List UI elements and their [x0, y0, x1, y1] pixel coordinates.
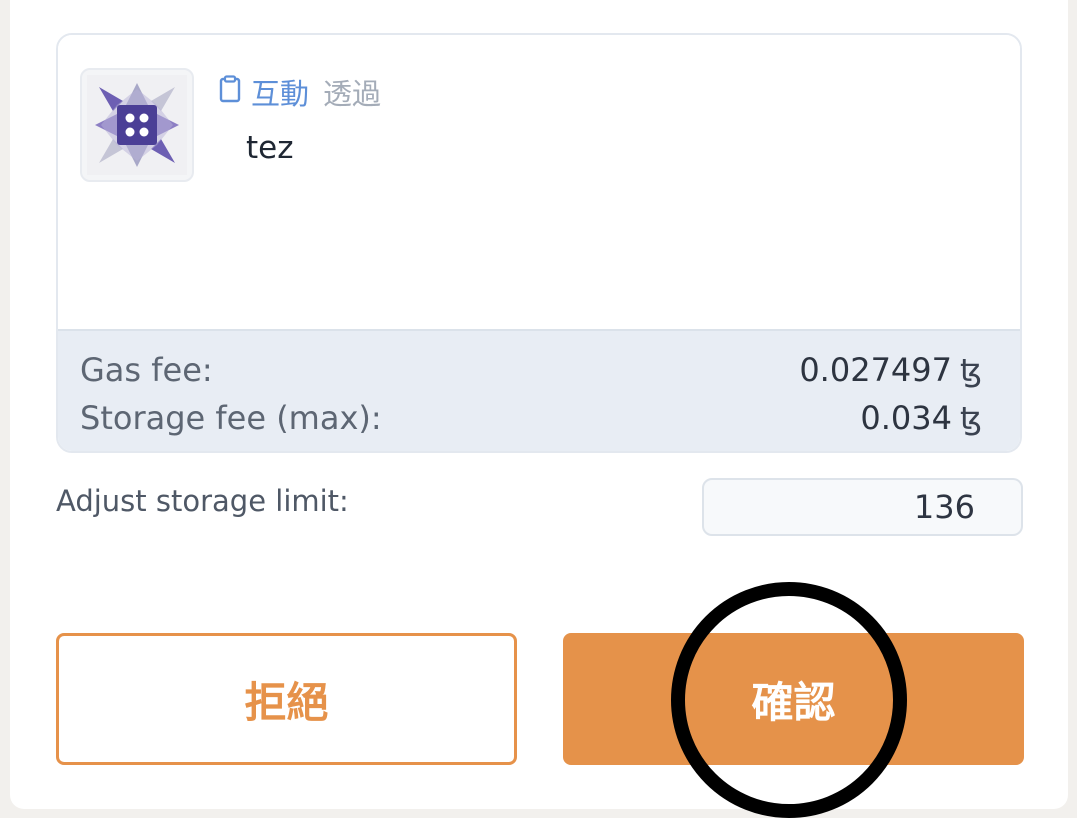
grid-star-logo-icon [87, 75, 187, 175]
storage-limit-label: Adjust storage limit: [56, 484, 349, 518]
storage-fee-row: Storage fee (max): 0.034 ꜩ [80, 399, 982, 437]
interaction-header: 互動 透過 [219, 71, 381, 113]
via-label: 透過 [323, 77, 382, 111]
tez-unit: ꜩ [960, 401, 982, 437]
reject-button[interactable]: 拒絕 [56, 633, 517, 765]
gas-fee-value: 0.027497 ꜩ [799, 351, 982, 389]
contract-avatar [80, 68, 194, 182]
gas-fee-row: Gas fee: 0.027497 ꜩ [80, 351, 982, 389]
gas-fee-label: Gas fee: [80, 351, 213, 389]
operation-card: 互動 透過 tez Gas fee: 0.027497 ꜩ Storage fe… [56, 33, 1022, 453]
confirm-button[interactable]: 確認 [563, 633, 1024, 765]
fee-summary: Gas fee: 0.027497 ꜩ Storage fee (max): 0… [58, 329, 1020, 451]
interact-label: 互動 [251, 77, 310, 111]
operation-details: 互動 透過 tez [58, 35, 1020, 329]
clipboard-icon[interactable] [219, 74, 241, 110]
asset-name: tez [246, 130, 294, 166]
storage-limit-input[interactable] [702, 478, 1023, 536]
storage-fee-value: 0.034 ꜩ [860, 399, 982, 437]
storage-fee-label: Storage fee (max): [80, 399, 382, 437]
tez-unit: ꜩ [960, 353, 982, 389]
storage-fee-amount: 0.034 [860, 399, 952, 437]
gas-fee-amount: 0.027497 [799, 351, 952, 389]
